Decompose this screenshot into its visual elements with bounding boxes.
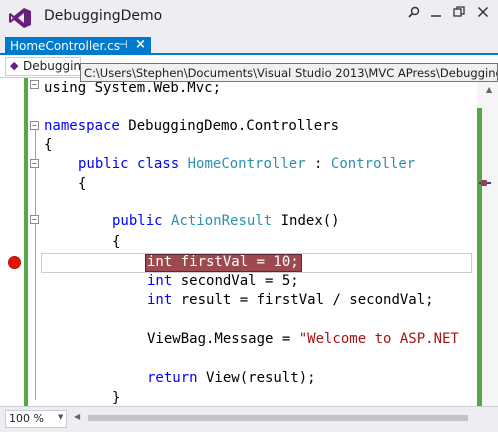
code-line-class: public class HomeController : Controller bbox=[78, 155, 415, 173]
collapse-method-icon[interactable]: − bbox=[30, 215, 39, 224]
code-line-method: public ActionResult Index() bbox=[112, 212, 340, 230]
collapse-namespace-icon[interactable]: − bbox=[30, 121, 39, 130]
restore-button[interactable] bbox=[446, 4, 472, 26]
breakpoint-icon[interactable] bbox=[8, 256, 21, 269]
keyword: class bbox=[137, 156, 180, 172]
code-line-breakpoint: int firstVal = 10; bbox=[147, 253, 299, 271]
brace: { bbox=[112, 234, 121, 250]
pin-icon[interactable]: ⊣ bbox=[118, 38, 128, 51]
brace: { bbox=[78, 176, 87, 192]
collapse-class-icon[interactable]: − bbox=[30, 159, 39, 168]
method-signature: Index() bbox=[272, 213, 340, 229]
base-type-name: Controller bbox=[330, 156, 416, 172]
window-title: DebuggingDemo bbox=[44, 8, 163, 24]
scrollbar-change-marker bbox=[477, 108, 482, 406]
code-line-secondval: int secondVal = 5; bbox=[147, 272, 299, 290]
statement: secondVal = 5; bbox=[172, 273, 299, 289]
code-line-brace: { bbox=[44, 136, 52, 154]
code-line-brace: { bbox=[78, 175, 86, 193]
statement: View(result); bbox=[197, 370, 316, 386]
scroll-left-arrow-icon[interactable]: ◀ bbox=[74, 412, 80, 421]
zoom-dropdown[interactable]: 100 % ▼ bbox=[5, 410, 67, 428]
document-tab-row: HomeController.cs ⊣ × bbox=[0, 34, 498, 55]
project-dropdown-label: Debugging bbox=[23, 59, 81, 73]
colon: : bbox=[305, 156, 331, 172]
code-line-viewbag: ViewBag.Message = "Welcome to ASP.NET bbox=[147, 330, 459, 348]
search-icon bbox=[408, 6, 420, 18]
statement: ViewBag.Message = bbox=[147, 331, 299, 347]
horizontal-scrollbar-thumb[interactable] bbox=[88, 415, 468, 421]
string-literal: "Welcome to ASP.NET bbox=[298, 331, 459, 347]
project-dropdown[interactable]: ◆ Debugging bbox=[5, 57, 81, 76]
using-statement: using System.Web.Mvc; bbox=[44, 80, 222, 96]
minimize-icon bbox=[431, 15, 441, 17]
breakpoint-statement: int firstVal = 10; bbox=[147, 254, 299, 270]
keyword: public bbox=[112, 213, 163, 229]
chevron-down-icon: ▼ bbox=[58, 413, 64, 421]
scrollbar-breakpoint-marker bbox=[481, 180, 487, 186]
file-path-tooltip: C:\Users\Stephen\Documents\Visual Studio… bbox=[80, 63, 498, 82]
csharp-project-icon: ◆ bbox=[10, 59, 19, 72]
close-icon[interactable]: × bbox=[135, 37, 146, 52]
code-line-return: return View(result); bbox=[147, 369, 316, 387]
code-line-namespace: namespace DebuggingDemo.Controllers bbox=[44, 117, 339, 135]
editor-bottom-bar: 100 % ▼ ◀ bbox=[0, 406, 498, 432]
keyword: int bbox=[147, 273, 173, 289]
type-name: ActionResult bbox=[171, 213, 273, 229]
keyword: public bbox=[78, 156, 129, 172]
restore-icon bbox=[453, 6, 465, 17]
change-tracking-margin bbox=[24, 78, 28, 406]
title-bar: DebuggingDemo bbox=[0, 0, 498, 34]
code-line-result: int result = firstVal / secondVal; bbox=[147, 291, 434, 309]
namespace-name: DebuggingDemo.Controllers bbox=[119, 118, 340, 134]
close-window-button[interactable] bbox=[470, 4, 496, 26]
type-name: HomeController bbox=[187, 156, 306, 172]
brace: { bbox=[44, 137, 53, 153]
keyword: int bbox=[147, 292, 173, 308]
statement: result = firstVal / secondVal; bbox=[172, 292, 434, 308]
fold-guide-line bbox=[35, 130, 36, 400]
collapse-usings-icon[interactable]: − bbox=[30, 80, 39, 89]
tab-label: HomeController.cs bbox=[10, 39, 121, 53]
close-icon bbox=[477, 6, 489, 18]
scroll-up-arrow-icon[interactable]: ▲ bbox=[486, 85, 492, 94]
zoom-level: 100 % bbox=[9, 412, 44, 425]
keyword: return bbox=[147, 370, 198, 386]
code-line-brace: { bbox=[112, 233, 120, 251]
brace: } bbox=[112, 390, 121, 406]
keyword: namespace bbox=[44, 118, 120, 134]
visual-studio-logo-icon bbox=[9, 8, 31, 28]
code-line-brace: } bbox=[112, 389, 120, 407]
